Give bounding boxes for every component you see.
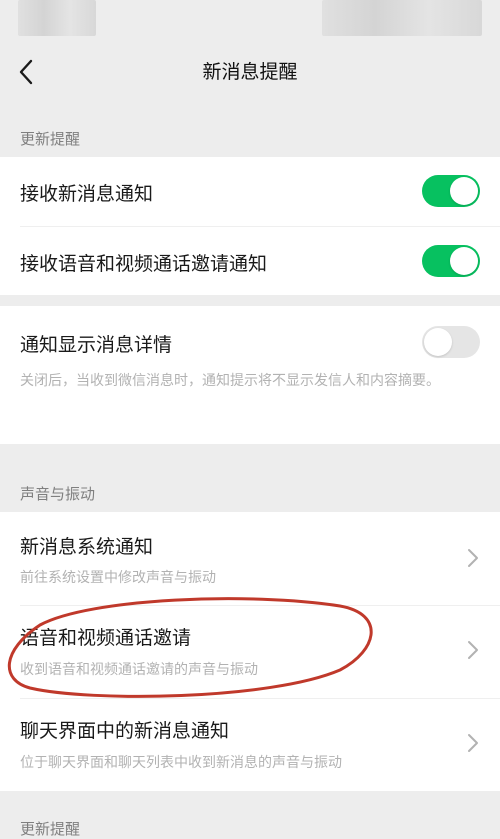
page-title: 新消息提醒 xyxy=(202,61,298,83)
row-show-details: 通知显示消息详情 关闭后，当收到微信消息时，通知提示将不显示发信人和内容摘要。 xyxy=(0,306,500,444)
settings-group-details: 通知显示消息详情 关闭后，当收到微信消息时，通知提示将不显示发信人和内容摘要。 xyxy=(0,306,500,444)
row-chat-new-message[interactable]: 聊天界面中的新消息通知 位于聊天界面和聊天列表中收到新消息的声音与振动 xyxy=(0,698,500,791)
receive-voice-video-label: 接收语音和视频通话邀请通知 xyxy=(20,253,268,275)
back-button[interactable] xyxy=(8,52,44,92)
chat-new-message-label: 聊天界面中的新消息通知 xyxy=(20,720,230,742)
system-notification-label: 新消息系统通知 xyxy=(20,536,154,558)
toggle-knob xyxy=(424,328,452,356)
status-bar-right-blur xyxy=(322,0,482,36)
settings-group-notifications: 接收新消息通知 接收语音和视频通话邀请通知 xyxy=(0,157,500,295)
chevron-right-icon xyxy=(468,641,478,659)
voice-video-invite-label: 语音和视频通话邀请 xyxy=(20,627,192,649)
chevron-right-icon xyxy=(468,549,478,567)
row-system-notification[interactable]: 新消息系统通知 前往系统设置中修改声音与振动 xyxy=(0,512,500,605)
row-receive-new-messages: 接收新消息通知 xyxy=(0,157,500,226)
receive-new-messages-toggle[interactable] xyxy=(422,175,480,207)
row-receive-voice-video: 接收语音和视频通话邀请通知 xyxy=(0,226,500,295)
nav-bar: 新消息提醒 xyxy=(0,44,500,100)
system-notification-description: 前往系统设置中修改声音与振动 xyxy=(20,570,216,586)
status-bar-left-blur xyxy=(18,0,96,36)
chat-new-message-description: 位于聊天界面和聊天列表中收到新消息的声音与振动 xyxy=(20,755,342,771)
voice-video-invite-description: 收到语音和视频通话邀请的声音与振动 xyxy=(20,662,258,678)
chevron-right-icon xyxy=(468,734,478,752)
section-header-bottom: 更新提醒 xyxy=(20,820,81,838)
section-header-update: 更新提醒 xyxy=(20,130,81,148)
settings-group-sound: 新消息系统通知 前往系统设置中修改声音与振动 语音和视频通话邀请 收到语音和视频… xyxy=(0,512,500,791)
show-details-toggle[interactable] xyxy=(422,326,480,358)
show-details-label: 通知显示消息详情 xyxy=(20,334,173,356)
section-header-sound: 声音与振动 xyxy=(20,485,96,503)
receive-new-messages-label: 接收新消息通知 xyxy=(20,183,154,205)
status-bar xyxy=(0,0,500,44)
row-voice-video-invite[interactable]: 语音和视频通话邀请 收到语音和视频通话邀请的声音与振动 xyxy=(0,605,500,698)
show-details-description: 关闭后，当收到微信消息时，通知提示将不显示发信人和内容摘要。 xyxy=(20,373,440,389)
receive-voice-video-toggle[interactable] xyxy=(422,245,480,277)
back-chevron-icon xyxy=(19,59,33,85)
toggle-knob xyxy=(450,177,478,205)
toggle-knob xyxy=(450,247,478,275)
